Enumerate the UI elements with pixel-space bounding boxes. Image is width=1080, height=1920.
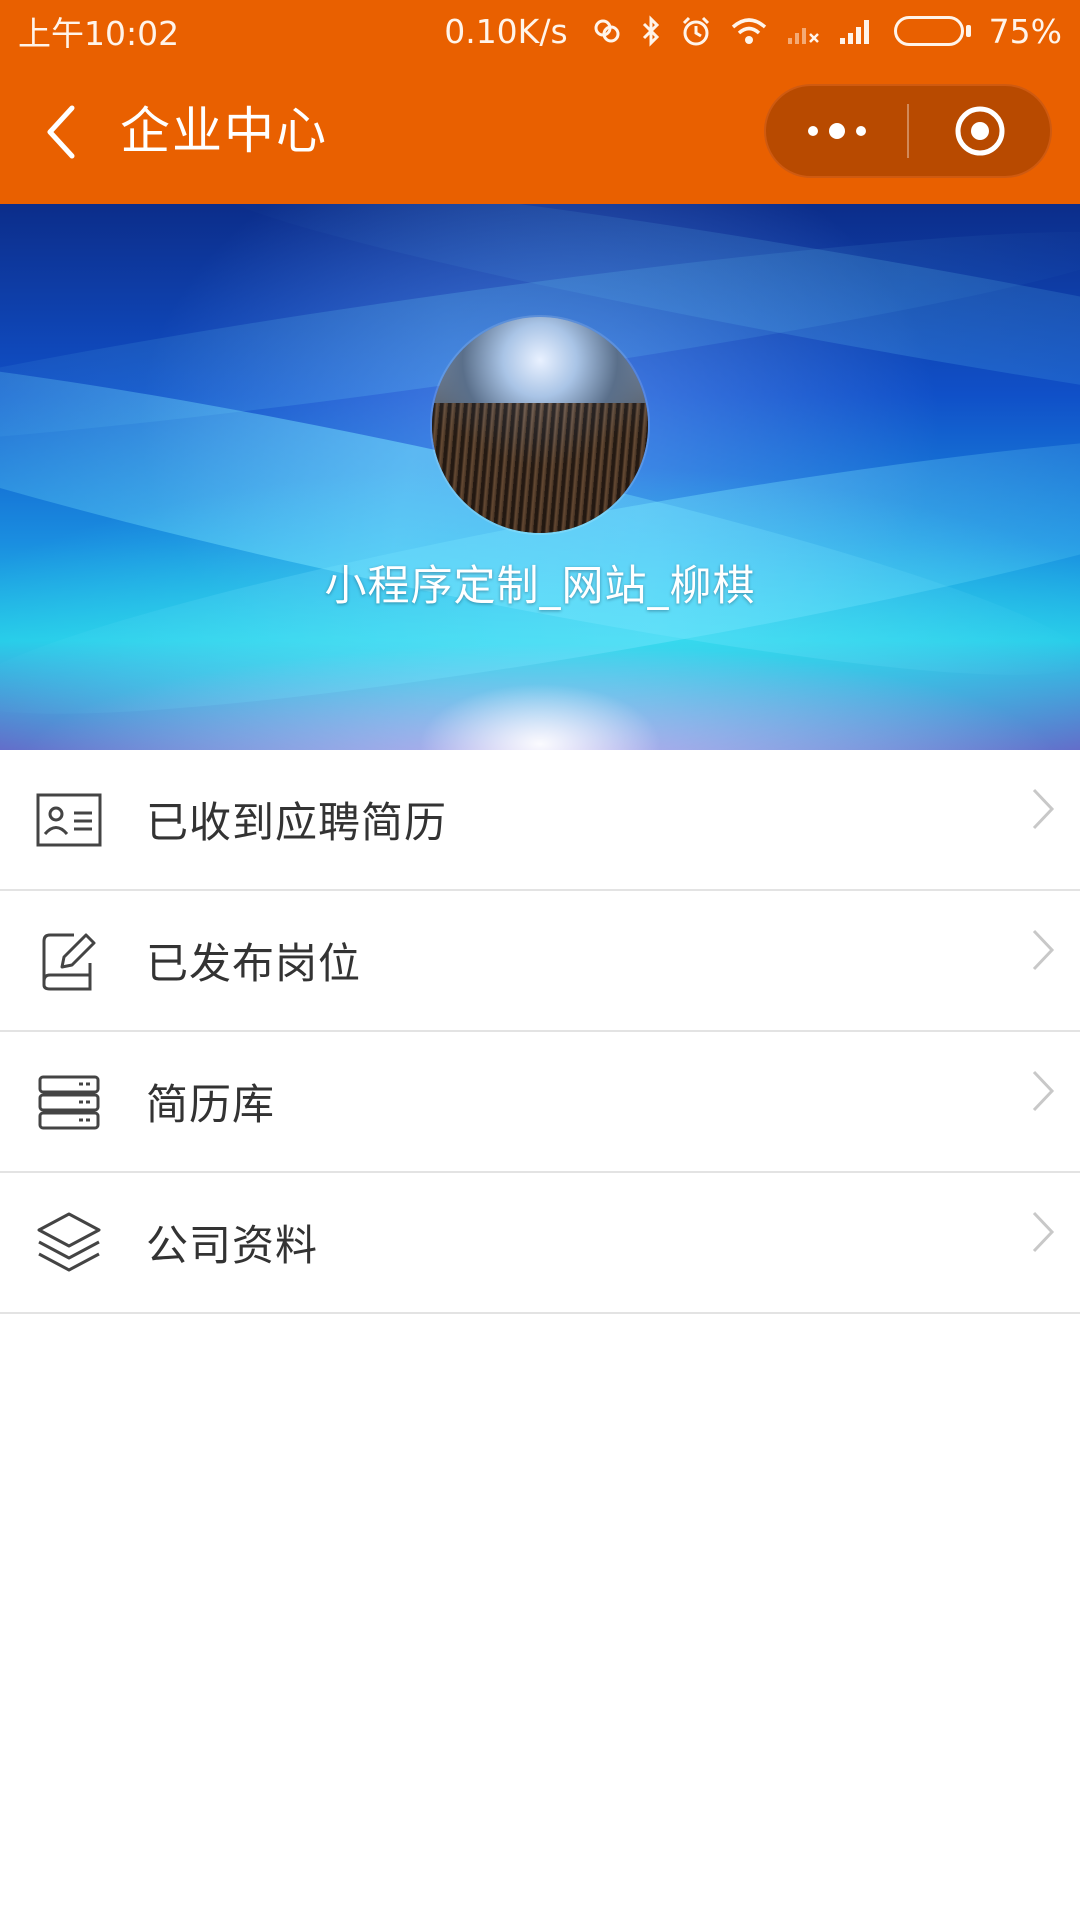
close-miniprogram-button[interactable] bbox=[909, 86, 1050, 176]
menu-item-received-resumes[interactable]: 已收到应聘简历 bbox=[0, 750, 1080, 891]
alarm-icon bbox=[680, 15, 712, 47]
nav-bar: 企业中心 bbox=[0, 80, 1080, 190]
menu-item-label: 已收到应聘简历 bbox=[146, 798, 448, 847]
more-button[interactable] bbox=[766, 86, 907, 176]
wifi-icon bbox=[730, 16, 768, 46]
battery-percent: 75% bbox=[988, 11, 1062, 51]
more-dots-icon bbox=[807, 123, 866, 139]
chevron-right-icon bbox=[1028, 925, 1058, 975]
target-close-icon bbox=[955, 106, 1004, 156]
status-bar: 上午10:02 0.10K/s 75% bbox=[0, 0, 1080, 62]
app-header: 上午10:02 0.10K/s 75% 企业中心 bbox=[0, 0, 1080, 204]
page-title: 企业中心 bbox=[120, 102, 328, 160]
chevron-right-icon bbox=[1028, 1207, 1058, 1257]
menu-item-label: 简历库 bbox=[146, 1080, 276, 1129]
profile-banner: 小程序定制_网站_柳棋 bbox=[0, 204, 1080, 750]
menu-item-posted-jobs[interactable]: 已发布岗位 bbox=[0, 891, 1080, 1032]
menu-capsule bbox=[764, 84, 1052, 178]
resume-card-icon bbox=[34, 785, 104, 855]
avatar[interactable] bbox=[432, 317, 648, 533]
menu-item-label: 公司资料 bbox=[146, 1221, 319, 1270]
database-icon bbox=[34, 1067, 104, 1137]
network-speed: 0.10K/s bbox=[444, 11, 568, 51]
bluetooth-icon bbox=[640, 15, 662, 47]
status-indicators: 0.10K/s 75% bbox=[444, 12, 1062, 51]
layers-icon bbox=[34, 1208, 104, 1278]
chevron-right-icon bbox=[1028, 784, 1058, 834]
signal-icon bbox=[838, 16, 876, 46]
edit-post-icon bbox=[34, 926, 104, 996]
menu-item-label: 已发布岗位 bbox=[146, 939, 362, 988]
battery-icon bbox=[893, 16, 971, 46]
menu-item-resume-library[interactable]: 简历库 bbox=[0, 1032, 1080, 1173]
signal-weak-icon bbox=[786, 16, 820, 46]
status-time: 上午10:02 bbox=[18, 14, 180, 53]
chevron-left-icon bbox=[47, 105, 75, 159]
menu-item-company-info[interactable]: 公司资料 bbox=[0, 1173, 1080, 1314]
chevron-right-icon bbox=[1028, 1066, 1058, 1116]
menu-list: 已收到应聘简历 已发布岗位 简历库 公司资料 bbox=[0, 750, 1080, 1314]
link-icon bbox=[592, 16, 622, 46]
profile-name: 小程序定制_网站_柳棋 bbox=[324, 561, 756, 610]
back-button[interactable] bbox=[32, 102, 92, 162]
